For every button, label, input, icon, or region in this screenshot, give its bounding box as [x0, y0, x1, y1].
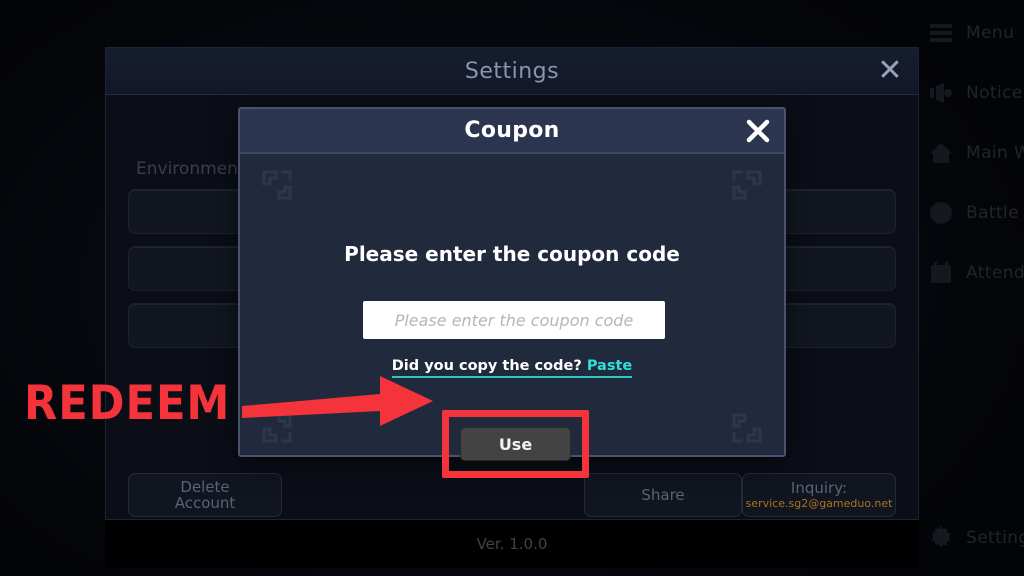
paste-link[interactable]: Paste — [587, 358, 632, 374]
rail-item-notice[interactable]: Notice — [928, 76, 1024, 110]
inquiry-button[interactable]: Inquiry: service.sg2@gameduo.net — [742, 473, 896, 517]
version-bar: Ver. 1.0.0 — [105, 520, 919, 568]
settings-title: Settings — [464, 58, 560, 84]
settings-close-button[interactable]: ✕ — [876, 56, 904, 86]
game-screen: Menu Notice Main W Battle Attenda — [0, 0, 1024, 576]
share-button[interactable]: Share — [584, 473, 742, 517]
right-arrow-icon — [240, 370, 435, 432]
rail-label-main-world: Main W — [966, 143, 1024, 163]
rail-label-attendance: Attenda — [966, 263, 1024, 283]
rail-label-battle: Battle — [966, 203, 1019, 223]
question-circle-icon — [928, 200, 954, 226]
settings-header: Settings ✕ — [106, 48, 918, 95]
calendar-check-icon — [928, 260, 954, 286]
corner-ornament-icon — [732, 170, 762, 200]
rail-item-battle[interactable]: Battle — [928, 196, 1024, 230]
rail-item-settings[interactable]: Setting — [928, 521, 1024, 555]
rail-label-settings: Setting — [966, 528, 1024, 548]
version-text: Ver. 1.0.0 — [476, 535, 548, 553]
rail-label-menu: Menu — [966, 23, 1015, 43]
rail-item-attendance[interactable]: Attenda — [928, 256, 1024, 290]
delete-account-button[interactable]: Delete Account — [128, 473, 282, 517]
house-icon — [928, 140, 954, 166]
delete-account-label-line2: Account — [174, 494, 236, 512]
inquiry-email: service.sg2@gameduo.net — [745, 496, 893, 510]
delete-account-label-line1: Delete — [180, 477, 230, 496]
coupon-modal-header: Coupon — [240, 109, 784, 154]
side-nav-rail: Menu Notice Main W Battle Attenda — [914, 0, 1024, 576]
corner-ornament-icon — [732, 413, 762, 443]
corner-ornament-icon — [262, 170, 292, 200]
rail-label-notice: Notice — [966, 83, 1023, 103]
share-label: Share — [641, 485, 685, 504]
megaphone-icon — [928, 80, 954, 106]
coupon-modal-title: Coupon — [464, 118, 560, 143]
close-icon[interactable] — [742, 115, 774, 147]
redeem-annotation-text: REDEEM — [24, 376, 231, 431]
rail-item-main-world[interactable]: Main W — [928, 136, 1024, 170]
rail-item-menu[interactable]: Menu — [928, 16, 1024, 50]
coupon-code-input[interactable] — [363, 301, 665, 339]
inquiry-label: Inquiry: — [790, 479, 848, 498]
coupon-prompt-text: Please enter the coupon code — [344, 242, 680, 266]
settings-footer: Delete Account Share Inquiry: service.sg… — [106, 473, 918, 519]
use-button[interactable]: Use — [460, 427, 571, 461]
hamburger-menu-icon — [928, 20, 954, 46]
gear-icon — [928, 525, 954, 551]
